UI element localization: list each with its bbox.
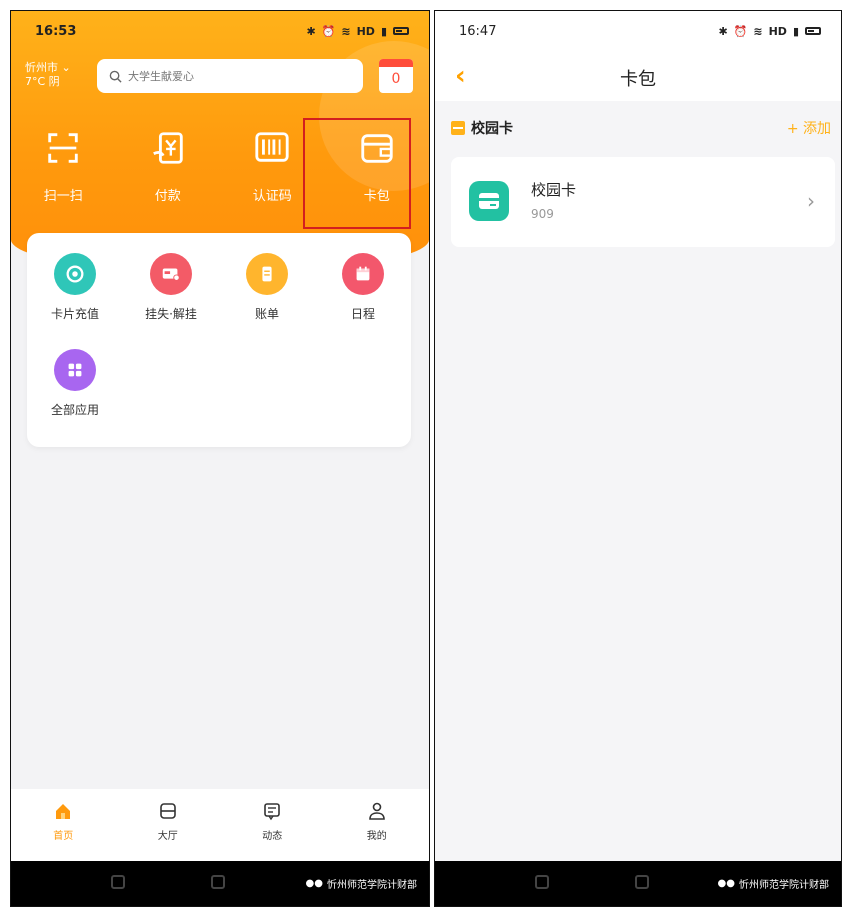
wallet-screen: 16:47 ✱ ⏰ ≋ HD ▮ ‹ 卡包 校园卡 + 添加 校园卡 909 ›… [434,10,842,907]
quick-scan-button[interactable]: 扫一扫 [11,129,116,204]
card-name: 校园卡 [531,181,577,199]
barcode-icon [255,132,289,162]
app-schedule[interactable]: 日程 [315,253,411,349]
campus-card-section-header: 校园卡 + 添加 [451,117,831,139]
wechat-icon: ●● [717,878,735,889]
bluetooth-icon: ✱ [718,24,728,38]
scan-icon [48,133,78,163]
app-bill[interactable]: 账单 [219,253,315,349]
status-time: 16:53 [35,23,77,39]
apps-card: 卡片充值 挂失·解挂 账单 日程 全部应用 [27,233,411,447]
tab-home-label: 首页 [53,831,74,842]
bill-icon [246,253,288,295]
system-navbar: ●● 忻州师范学院计财部 [435,861,841,906]
search-icon [109,70,122,83]
tab-hall[interactable]: 大厅 [116,789,221,863]
add-card-button[interactable]: + 添加 [787,118,831,138]
tab-profile[interactable]: 我的 [325,789,430,863]
profile-icon [368,802,385,820]
title-bar: ‹ 卡包 [435,51,841,101]
status-bar: 16:53 ✱ ⏰ ≋ HD ▮ [11,11,429,51]
recharge-icon [54,253,96,295]
app-bill-label: 账单 [254,307,279,321]
hall-icon [159,803,176,819]
wifi-icon: ≋ [753,24,763,38]
watermark: ●● 忻州师范学院计财部 [306,876,417,891]
campus-card-icon [469,181,509,221]
home-key-icon[interactable] [211,875,225,889]
menu-key-icon[interactable] [535,875,549,889]
wifi-icon: ≋ [341,24,351,38]
status-time: 16:47 [459,23,497,39]
calendar-count: 0 [391,71,401,87]
status-icons: ✱ ⏰ ≋ HD ▮ [718,25,821,38]
tab-updates-label: 动态 [262,831,283,842]
card-lock-icon [150,253,192,295]
app-all-apps[interactable]: 全部应用 [27,349,123,445]
app-recharge[interactable]: 卡片充值 [27,253,123,349]
calendar-icon [342,253,384,295]
payment-icon [152,132,183,164]
tab-profile-label: 我的 [366,831,387,842]
calendar-icon-top [379,59,413,67]
wechat-icon: ●● [305,878,323,889]
battery-icon [805,27,821,35]
watermark: ●● 忻州师范学院计财部 [718,876,829,891]
bluetooth-icon: ✱ [306,24,316,38]
card-number: 909 [531,207,554,221]
chevron-right-icon: › [807,189,815,213]
calendar-button[interactable]: 0 [379,59,413,93]
app-recharge-label: 卡片充值 [50,307,99,321]
home-screen: 16:53 ✱ ⏰ ≋ HD ▮ 忻州市 ⌄ 7°C 阴 大学生献爱心 0 扫一… [10,10,430,907]
bottom-tabbar: 首页 大厅 动态 我的 [11,789,429,863]
card-section-icon [451,121,465,135]
system-navbar: ●● 忻州师范学院计财部 [11,861,429,906]
chevron-down-icon: ⌄ [61,61,71,74]
weather-text: 7°C 阴 [25,75,60,88]
section-title: 校园卡 [471,121,513,137]
alarm-icon: ⏰ [733,24,748,38]
watermark-text: 忻州师范学院计财部 [327,880,417,891]
app-schedule-label: 日程 [350,307,375,321]
tab-home[interactable]: 首页 [11,789,116,863]
city-name: 忻州市 [25,61,58,74]
grid-icon [54,349,96,391]
quick-payment-button[interactable]: 付款 [116,129,221,204]
search-placeholder: 大学生献爱心 [128,70,194,83]
quick-payment-label: 付款 [154,189,181,204]
message-icon [264,803,281,821]
location-selector[interactable]: 忻州市 ⌄ 7°C 阴 [25,61,71,89]
app-loss-report[interactable]: 挂失·解挂 [123,253,219,349]
quick-scan-label: 扫一扫 [43,189,83,204]
watermark-text: 忻州师范学院计财部 [739,880,829,891]
campus-card-item[interactable]: 校园卡 909 › [451,157,835,247]
battery-icon [393,27,409,35]
highlight-box [303,118,411,229]
signal-icon: ▮ [792,24,799,38]
home-icon [56,804,71,819]
status-icons: ✱ ⏰ ≋ HD ▮ [306,25,409,38]
status-bar: 16:47 ✱ ⏰ ≋ HD ▮ [435,11,841,51]
search-bar[interactable]: 大学生献爱心 [97,59,363,93]
tab-hall-label: 大厅 [157,831,178,842]
network-label: HD [356,24,375,38]
app-all-apps-label: 全部应用 [50,403,99,417]
page-title: 卡包 [620,69,656,90]
home-key-icon[interactable] [635,875,649,889]
app-loss-report-label: 挂失·解挂 [145,307,197,321]
menu-key-icon[interactable] [111,875,125,889]
alarm-icon: ⏰ [321,24,336,38]
network-label: HD [768,24,787,38]
signal-icon: ▮ [380,24,387,38]
tab-updates[interactable]: 动态 [220,789,325,863]
